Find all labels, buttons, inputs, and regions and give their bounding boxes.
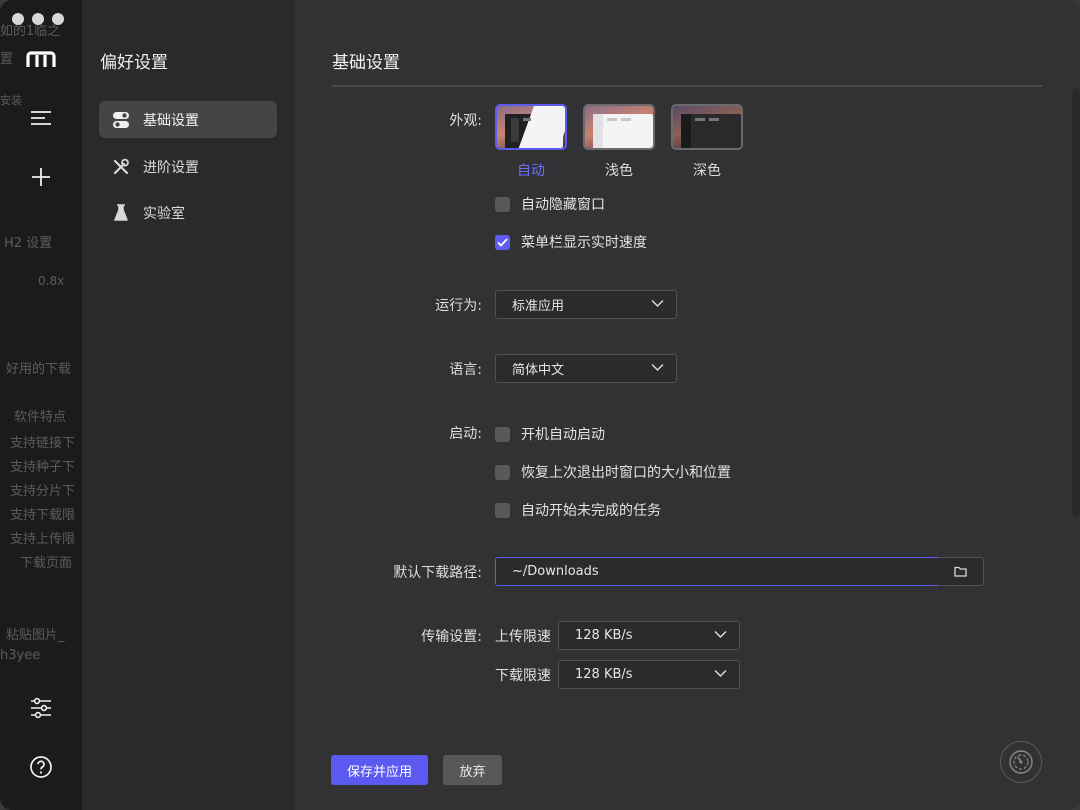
sidebar-item-label: 基础设置 <box>143 112 199 129</box>
help-icon[interactable] <box>24 750 58 784</box>
preferences-sliders-icon[interactable] <box>24 691 58 725</box>
window-controls <box>12 13 64 25</box>
ghost-text: 下载页面 <box>20 556 73 571</box>
resume-tasks-option[interactable]: 自动开始未完成的任务 <box>495 500 661 520</box>
theme-auto-thumbnail <box>495 104 567 150</box>
chevron-down-icon <box>714 669 727 678</box>
page-title: 基础设置 <box>332 53 400 73</box>
flask-icon <box>111 203 131 223</box>
download-path-value: ~/Downloads <box>512 564 599 579</box>
option-label: 开机自动启动 <box>521 427 605 443</box>
upload-limit-value: 128 KB/s <box>575 628 633 643</box>
chevron-down-icon <box>651 299 664 308</box>
ghost-text: H2 设置 <box>4 236 53 251</box>
launch-at-login-checkbox[interactable] <box>495 426 510 442</box>
choose-folder-button[interactable] <box>938 557 984 586</box>
save-apply-button[interactable]: 保存并应用 <box>331 755 428 785</box>
theme-light[interactable]: 浅色 <box>583 104 655 180</box>
upload-limit-select[interactable]: 128 KB/s <box>558 621 740 650</box>
option-label: 菜单栏显示实时速度 <box>521 235 647 251</box>
preferences-window: 如的1临之 置 安装 H2 设置 0.8x 好用的下载 软件特点 支持链接下 支… <box>0 0 1080 810</box>
add-task-icon[interactable] <box>24 160 58 194</box>
zoom-window-button[interactable] <box>52 13 64 25</box>
theme-auto-label: 自动 <box>517 163 545 179</box>
theme-light-label: 浅色 <box>605 163 633 179</box>
download-limit-label: 下载限速 <box>495 668 551 684</box>
option-label: 恢复上次退出时窗口的大小和位置 <box>521 465 731 481</box>
folder-icon <box>954 566 967 577</box>
tools-icon <box>111 157 131 177</box>
ghost-text: 软件特点 <box>14 410 67 425</box>
ghost-text: 安装 <box>0 94 22 107</box>
run-as-label: 运行为: <box>435 298 482 314</box>
scrollbar[interactable] <box>1072 88 1080 516</box>
option-label: 自动开始未完成的任务 <box>521 503 661 519</box>
transfer-label: 传输设置: <box>421 629 482 645</box>
speedometer-button[interactable] <box>1000 741 1042 783</box>
ghost-text: h3yee <box>0 648 41 663</box>
discard-button[interactable]: 放弃 <box>443 755 502 785</box>
restore-window-checkbox[interactable] <box>495 464 510 480</box>
theme-dark[interactable]: 深色 <box>671 104 743 180</box>
launch-at-login-option[interactable]: 开机自动启动 <box>495 424 605 444</box>
sidebar-item-label: 进阶设置 <box>143 159 199 176</box>
download-path-label: 默认下载路径: <box>393 565 482 581</box>
auto-hide-window-checkbox[interactable] <box>495 196 510 212</box>
checkmark-icon <box>497 237 508 247</box>
sidebar-item-advanced[interactable]: 进阶设置 <box>99 148 277 185</box>
menubar-speed-checkbox[interactable] <box>495 234 510 250</box>
ghost-text: 支持链接下 <box>10 436 76 451</box>
sidebar-item-lab[interactable]: 实验室 <box>99 194 277 231</box>
download-limit-value: 128 KB/s <box>575 667 633 682</box>
theme-auto[interactable]: 自动 <box>495 104 567 180</box>
download-limit-select[interactable]: 128 KB/s <box>558 660 740 689</box>
chevron-down-icon <box>651 363 664 372</box>
download-path-input[interactable]: ~/Downloads <box>495 557 939 586</box>
sidebar-title: 偏好设置 <box>100 53 168 73</box>
ghost-text: 粘贴图片_ <box>6 628 65 643</box>
settings-panel: 基础设置 外观: 自动 浅色 深色 自动隐藏窗口 菜单栏显示实时速度 运行为: … <box>294 0 1080 810</box>
theme-dark-label: 深色 <box>693 163 721 179</box>
ghost-text: 支持种子下 <box>10 460 76 475</box>
app-rail: 如的1临之 置 安装 H2 设置 0.8x 好用的下载 软件特点 支持链接下 支… <box>0 0 82 810</box>
ghost-text: 好用的下载 <box>6 362 72 377</box>
title-divider <box>332 85 1042 87</box>
toggle-switch-icon <box>111 110 131 130</box>
close-window-button[interactable] <box>12 13 24 25</box>
auto-hide-window-option[interactable]: 自动隐藏窗口 <box>495 194 605 214</box>
task-list-icon[interactable] <box>24 101 58 135</box>
language-label: 语言: <box>449 362 482 378</box>
startup-label: 启动: <box>449 426 482 442</box>
ghost-text: 0.8x <box>38 274 65 288</box>
ghost-text: 支持分片下 <box>10 484 76 499</box>
resume-tasks-checkbox[interactable] <box>495 502 510 518</box>
upload-limit-label: 上传限速 <box>495 629 551 645</box>
minimize-window-button[interactable] <box>32 13 44 25</box>
language-value: 简体中文 <box>512 363 565 378</box>
menubar-speed-option[interactable]: 菜单栏显示实时速度 <box>495 232 647 252</box>
run-as-select[interactable]: 标准应用 <box>495 290 677 319</box>
sidebar-item-basic[interactable]: 基础设置 <box>99 101 277 138</box>
preferences-sidebar: 偏好设置 基础设置 进阶设置 实验室 <box>82 0 294 810</box>
theme-dark-thumbnail <box>671 104 743 150</box>
sidebar-item-label: 实验室 <box>143 205 185 222</box>
appearance-label: 外观: <box>449 113 482 129</box>
language-select[interactable]: 简体中文 <box>495 354 677 383</box>
app-logo-icon <box>24 43 58 77</box>
theme-light-thumbnail <box>583 104 655 150</box>
ghost-text: 支持上传限 <box>10 532 76 547</box>
chevron-down-icon <box>714 630 727 639</box>
run-as-value: 标准应用 <box>512 299 565 314</box>
restore-window-option[interactable]: 恢复上次退出时窗口的大小和位置 <box>495 462 731 482</box>
speedometer-icon <box>1009 750 1033 774</box>
ghost-text: 支持下载限 <box>10 508 76 523</box>
ghost-text: 置 <box>0 52 14 67</box>
option-label: 自动隐藏窗口 <box>521 197 605 213</box>
